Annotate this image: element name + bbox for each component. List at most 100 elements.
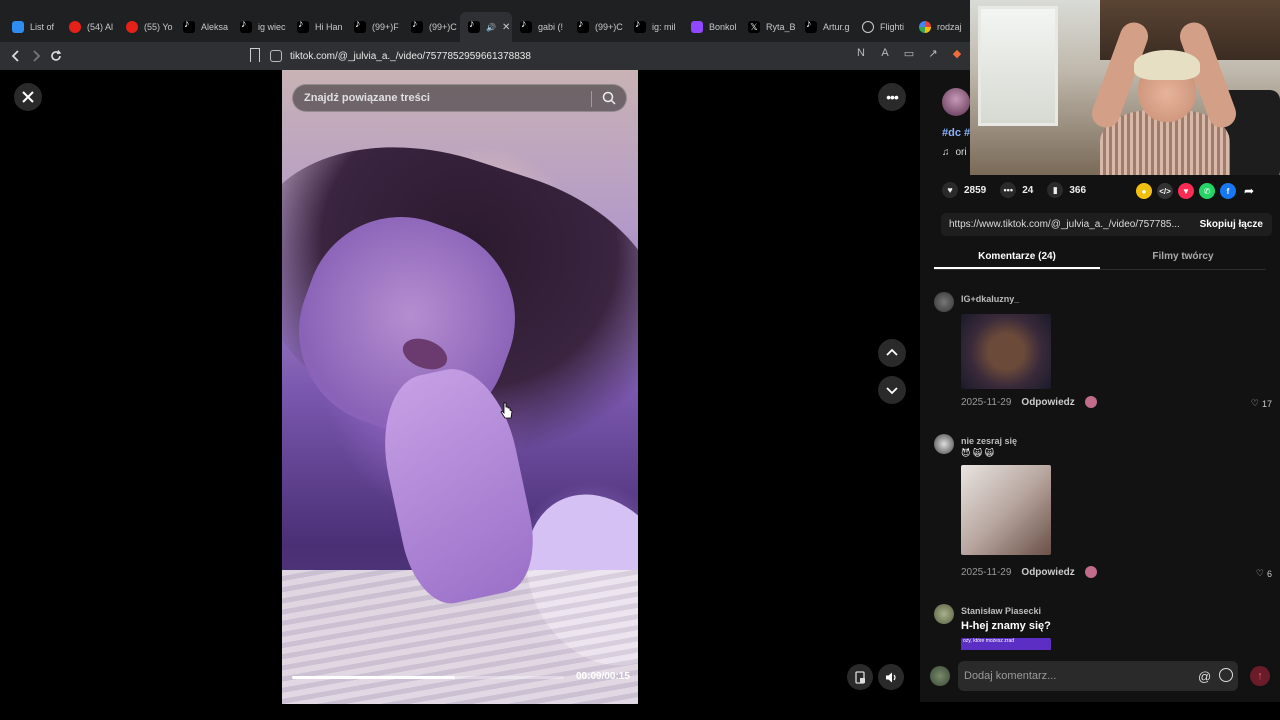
music-note-icon: ♫ (942, 147, 950, 158)
reply-button[interactable]: Odpowiedz (1021, 397, 1074, 408)
tab-comments[interactable]: Komentarze (24) (934, 246, 1100, 269)
commenter-avatar[interactable] (934, 604, 954, 624)
comment-like-button[interactable]: ♡ 17 (1251, 398, 1272, 409)
browser-tab[interactable]: List of (4, 12, 61, 42)
comment-like-count: 6 (1266, 568, 1272, 579)
close-video-button[interactable] (14, 83, 42, 111)
send-to-friend-icon[interactable]: ▼ (1178, 183, 1194, 199)
save-count: 366 (1069, 184, 1087, 196)
browser-tab[interactable]: ig: mil (626, 12, 683, 42)
browser-tab[interactable]: Flighti (854, 12, 911, 42)
cast-icon[interactable]: ▭ (902, 46, 916, 60)
heart-outline-icon: ♡ (1250, 398, 1259, 408)
tiktok-favicon-icon (411, 18, 423, 33)
more-options-button[interactable]: ••• (878, 83, 906, 111)
copy-link-button[interactable]: Skopiuj łącze (1200, 219, 1263, 230)
comment-item: Stanisław Piasecki H-hej znamy się? ozy,… (934, 604, 1274, 650)
related-search-bar[interactable] (292, 84, 627, 112)
whatsapp-icon[interactable]: ✆ (1199, 183, 1215, 199)
comment-input[interactable] (958, 661, 1238, 691)
share-arrow-icon[interactable]: ➦ (1241, 183, 1257, 199)
browser-tab[interactable]: (99+)F (346, 12, 403, 42)
comment-button[interactable]: ••• 24 (1000, 182, 1033, 198)
bookmark-icon[interactable] (250, 48, 260, 62)
video-progress-bar[interactable] (292, 676, 564, 679)
volume-button[interactable] (878, 664, 904, 690)
facebook-icon[interactable]: f (1220, 183, 1236, 199)
browser-tab[interactable]: Artur.g (797, 12, 854, 42)
volume-icon (885, 672, 896, 682)
comments-list: IG+dkaluzny_ 2025-11-29 Odpowiedz ♡ 17 n… (920, 282, 1280, 650)
floating-player-button[interactable] (847, 664, 873, 690)
browser-tab[interactable]: (55) Yo (118, 12, 175, 42)
coin-icon[interactable]: ● (1136, 183, 1152, 199)
browser-tab[interactable]: Aleksa (175, 12, 232, 42)
engagement-stats: ♥ 2859 ••• 24 ▮ 366 (942, 182, 1086, 198)
music-title: ori (955, 147, 967, 158)
like-count: 2859 (964, 184, 987, 196)
commenter-avatar[interactable] (934, 292, 954, 312)
search-icon[interactable] (602, 91, 616, 105)
browser-tab[interactable]: (54) Al (61, 12, 118, 42)
comment-image[interactable]: ozy, które możesz zrad (961, 638, 1051, 650)
commenter-name[interactable]: Stanisław Piasecki (961, 606, 1041, 616)
reload-button[interactable] (46, 46, 66, 66)
tab-label: Hi Han (315, 22, 343, 32)
tiktok-favicon-icon (354, 18, 366, 33)
share-row: ● </> ▼ ✆ f ➦ (1136, 183, 1257, 199)
save-button[interactable]: ▮ 366 (1047, 182, 1086, 198)
comment-like-button[interactable]: ♡ 6 (1256, 568, 1272, 579)
next-video-button[interactable] (878, 376, 906, 404)
mention-button[interactable]: @ (1198, 669, 1211, 684)
video-hashtags[interactable]: #dc # (942, 127, 970, 139)
music-row[interactable]: ♫ ori (942, 147, 967, 158)
tab-close-icon[interactable]: ✕ (502, 22, 510, 33)
browser-tab[interactable]: Bonkol (683, 12, 740, 42)
embed-icon[interactable]: </> (1157, 183, 1173, 199)
video-link-box: https://www.tiktok.com/@_julvia_a._/vide… (941, 213, 1272, 236)
comment-image[interactable] (961, 314, 1051, 389)
send-comment-button[interactable]: ↑ (1250, 666, 1270, 686)
commenter-avatar[interactable] (934, 434, 954, 454)
browser-tab[interactable]: ig wiec (232, 12, 289, 42)
tab-label: (99+)C (595, 22, 623, 32)
reply-button[interactable]: Odpowiedz (1021, 567, 1074, 578)
browser-tab[interactable]: Hi Han (289, 12, 346, 42)
previous-video-button[interactable] (878, 339, 906, 367)
browser-tab[interactable]: (99+)C (403, 12, 460, 42)
comment-icon: ••• (1000, 182, 1017, 198)
google-favicon-icon (919, 21, 931, 33)
comment-text: H-hej znamy się? (961, 620, 1051, 632)
brave-shield-icon[interactable]: ◆ (950, 46, 964, 60)
tab-label: Aleksa (201, 22, 229, 32)
tab-label: rodzaj (937, 22, 962, 32)
forward-button[interactable] (26, 46, 46, 66)
related-search-input[interactable] (304, 92, 584, 104)
tiktok-favicon-icon (520, 18, 532, 33)
browser-tab[interactable]: rodzaj (911, 12, 968, 42)
tab-creator-videos[interactable]: Filmy twórcy (1100, 246, 1266, 269)
more-dots-icon: ••• (886, 89, 899, 105)
back-button[interactable] (6, 46, 26, 66)
browser-tab[interactable]: gabi (! (512, 12, 569, 42)
commenter-name[interactable]: nie zesraj się (961, 436, 1017, 446)
video-player[interactable]: 00:09/00:15 (282, 70, 638, 704)
sheet-favicon-icon (12, 21, 24, 33)
creator-avatar[interactable] (942, 88, 970, 116)
back-arrow-icon (11, 50, 19, 62)
chevron-down-icon (886, 387, 898, 395)
commenter-name[interactable]: IG+dkaluzny_ (961, 294, 1019, 304)
share-page-icon[interactable]: ↗ (926, 46, 940, 60)
browser-tab[interactable]: 🔊✕ (460, 12, 512, 42)
site-settings-icon[interactable] (270, 50, 282, 62)
translate-icon[interactable]: A (878, 46, 892, 60)
browser-tab[interactable]: 𝕏 Ryta_B (740, 12, 797, 42)
no-translate-icon[interactable]: N (854, 46, 868, 60)
creator-liked-icon (1084, 566, 1097, 578)
browser-tab[interactable]: (99+)C (569, 12, 626, 42)
tab-label: Ryta_B (766, 22, 796, 32)
comment-image[interactable] (961, 465, 1051, 555)
like-button[interactable]: ♥ 2859 (942, 182, 986, 198)
tab-audio-icon[interactable]: 🔊 (486, 23, 496, 32)
emoji-icon[interactable] (1219, 668, 1233, 682)
